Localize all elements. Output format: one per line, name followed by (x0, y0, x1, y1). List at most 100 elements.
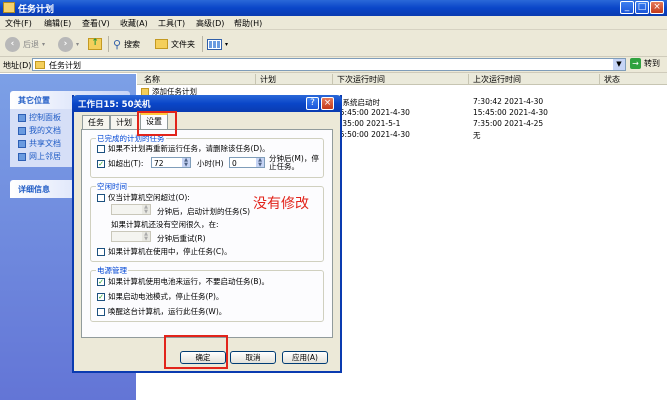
forward-button[interactable]: › ▾ (58, 35, 79, 53)
column-divider (599, 74, 600, 84)
next-run-cell: 15:45:00 2021-4-30 (335, 108, 410, 117)
list-header: 名称 计划 下次运行时间 上次运行时间 状态 (137, 73, 667, 85)
documents-icon (18, 126, 26, 135)
checkbox-checked[interactable]: ✓ (97, 159, 105, 168)
hours-stepper[interactable]: 72 ▲ ▼ (151, 157, 191, 168)
window-title-bar: 任务计划 _ □ × (0, 0, 667, 16)
stop-if-busy-option[interactable]: 如果计算机在使用中，停止任务(C)。 (97, 246, 232, 257)
battery-no-start-option[interactable]: ✓ 如果计算机使用电池来运行，不要启动任务(B)。 (97, 276, 269, 287)
dialog-title-bar[interactable]: 工作日15: 50关机 ? × (72, 95, 342, 112)
delete-task-option[interactable]: 如果不计划再重新运行任务，请删除该任务(D)。 (97, 143, 270, 154)
close-button[interactable]: × (650, 1, 664, 14)
tab-schedule[interactable]: 计划 (110, 115, 138, 129)
control-panel-icon (18, 113, 26, 122)
minutes-label: 分钟后(M)，停止任务。 (269, 154, 319, 171)
dialog-close-button[interactable]: × (321, 97, 334, 110)
address-input[interactable]: 任务计划 ▼ (32, 58, 626, 71)
folder-icon (35, 61, 45, 69)
checkbox[interactable] (97, 307, 105, 316)
checkbox[interactable] (97, 193, 105, 202)
spin-arrows-icon[interactable]: ▲ ▼ (142, 205, 150, 214)
idle-after-label: 分钟后，启动计划的任务(S) (157, 207, 251, 216)
up-folder-button[interactable]: ↑ (88, 35, 102, 53)
group-title: 电源管理 (96, 265, 128, 276)
up-folder-icon: ↑ (88, 38, 102, 50)
highlight-ok-button (164, 335, 228, 369)
spin-arrows-icon[interactable]: ▲ ▼ (256, 158, 264, 167)
sidebar-item-shared-documents[interactable]: 共享文档 (18, 138, 61, 149)
shared-folder-icon (18, 139, 26, 148)
menu-tools[interactable]: 工具(T) (158, 18, 185, 29)
menu-favorites[interactable]: 收藏(A) (120, 18, 148, 29)
minimize-button[interactable]: _ (620, 1, 634, 14)
next-run-cell: 7:35:00 2021-5-1 (335, 119, 401, 128)
spin-arrows-icon[interactable]: ▲ ▼ (182, 158, 190, 167)
folders-icon (155, 39, 168, 49)
back-arrow-icon: ‹ (5, 36, 20, 52)
views-icon (207, 38, 222, 50)
folders-button[interactable]: 文件夹 (155, 35, 195, 53)
checkbox[interactable] (97, 247, 105, 256)
column-name[interactable]: 名称 (144, 74, 160, 85)
go-arrow-icon: → (630, 58, 641, 69)
wake-computer-option[interactable]: 唤醒这台计算机，运行此任务(W)。 (97, 306, 226, 317)
menu-edit[interactable]: 编辑(E) (44, 18, 71, 29)
task-properties-dialog: 工作日15: 50关机 ? × 任务 计划 设置 已完成的计划的任务 如果不计划… (72, 95, 342, 373)
toolbar-divider (202, 36, 203, 52)
checkbox-checked[interactable]: ✓ (97, 277, 105, 286)
go-button[interactable]: → 转到 (630, 58, 660, 69)
back-button[interactable]: ‹ 后退 ▾ (5, 35, 45, 53)
battery-stop-option[interactable]: ✓ 如果启动电池模式，停止任务(P)。 (97, 291, 223, 302)
menu-advanced[interactable]: 高级(D) (196, 18, 224, 29)
checkbox-checked[interactable]: ✓ (97, 292, 105, 301)
only-idle-option[interactable]: 仅当计算机空闲超过(O): (97, 192, 190, 203)
chevron-down-icon: ▾ (225, 40, 229, 48)
window-title: 任务计划 (18, 5, 55, 15)
sidebar-item-my-documents[interactable]: 我的文档 (18, 125, 61, 136)
power-management-group: 电源管理 ✓ 如果计算机使用电池来运行，不要启动任务(B)。 ✓ 如果启动电池模… (90, 265, 324, 322)
column-schedule[interactable]: 计划 (260, 74, 276, 85)
stop-task-option[interactable]: ✓ 如超出(T): (97, 158, 143, 169)
search-icon: ⚲ (113, 37, 122, 51)
column-divider (332, 74, 333, 84)
address-bar: 地址(D) 任务计划 ▼ → 转到 (0, 57, 667, 73)
cancel-button[interactable]: 取消 (230, 351, 276, 364)
hours-label: 小时(H) (197, 159, 224, 168)
column-divider (468, 74, 469, 84)
menu-bar: 文件(F) 编辑(E) 查看(V) 收藏(A) 工具(T) 高级(D) 帮助(H… (0, 16, 667, 30)
views-button[interactable]: ▾ (207, 35, 228, 53)
menu-view[interactable]: 查看(V) (82, 18, 110, 29)
settings-panel: 已完成的计划的任务 如果不计划再重新运行任务，请删除该任务(D)。 ✓ 如超出(… (81, 129, 333, 338)
completed-task-group: 已完成的计划的任务 如果不计划再重新运行任务，请删除该任务(D)。 ✓ 如超出(… (90, 133, 324, 178)
column-status[interactable]: 状态 (604, 74, 620, 85)
not-idle-label: 如果计算机还没有空闲很久，在: (111, 220, 219, 229)
next-run-cell: 15:50:00 2021-4-30 (335, 130, 410, 139)
retry-minutes-stepper[interactable]: ▲ ▼ (111, 231, 151, 242)
sidebar-item-network[interactable]: 网上邻居 (18, 151, 61, 162)
menu-help[interactable]: 帮助(H) (234, 18, 262, 29)
folder-icon (3, 2, 15, 13)
search-button[interactable]: ⚲ 搜索 (113, 35, 140, 53)
maximize-button[interactable]: □ (635, 1, 649, 14)
checkbox[interactable] (97, 144, 105, 153)
menu-file[interactable]: 文件(F) (5, 18, 32, 29)
tab-task[interactable]: 任务 (82, 115, 110, 129)
idle-minutes-stepper[interactable]: ▲ ▼ (111, 204, 151, 215)
column-divider (255, 74, 256, 84)
column-next-run[interactable]: 下次运行时间 (337, 74, 385, 85)
forward-arrow-icon: › (58, 36, 73, 52)
dialog-title: 工作日15: 50关机 (78, 100, 151, 110)
group-title: 空闲时间 (96, 181, 128, 192)
column-last-run[interactable]: 上次运行时间 (473, 74, 521, 85)
apply-button[interactable]: 应用(A) (282, 351, 328, 364)
spin-arrows-icon[interactable]: ▲ ▼ (142, 232, 150, 241)
network-icon (18, 152, 26, 161)
minutes-stepper[interactable]: 0 ▲ ▼ (229, 157, 265, 168)
chevron-down-icon: ▾ (42, 40, 46, 48)
retry-label: 分钟后重试(R) (157, 234, 206, 243)
chevron-down-icon: ▾ (76, 40, 80, 48)
sidebar-item-control-panel[interactable]: 控制面板 (18, 112, 61, 123)
highlight-settings-tab (137, 111, 177, 136)
help-button[interactable]: ? (306, 97, 319, 110)
chevron-down-icon[interactable]: ▼ (613, 59, 625, 70)
